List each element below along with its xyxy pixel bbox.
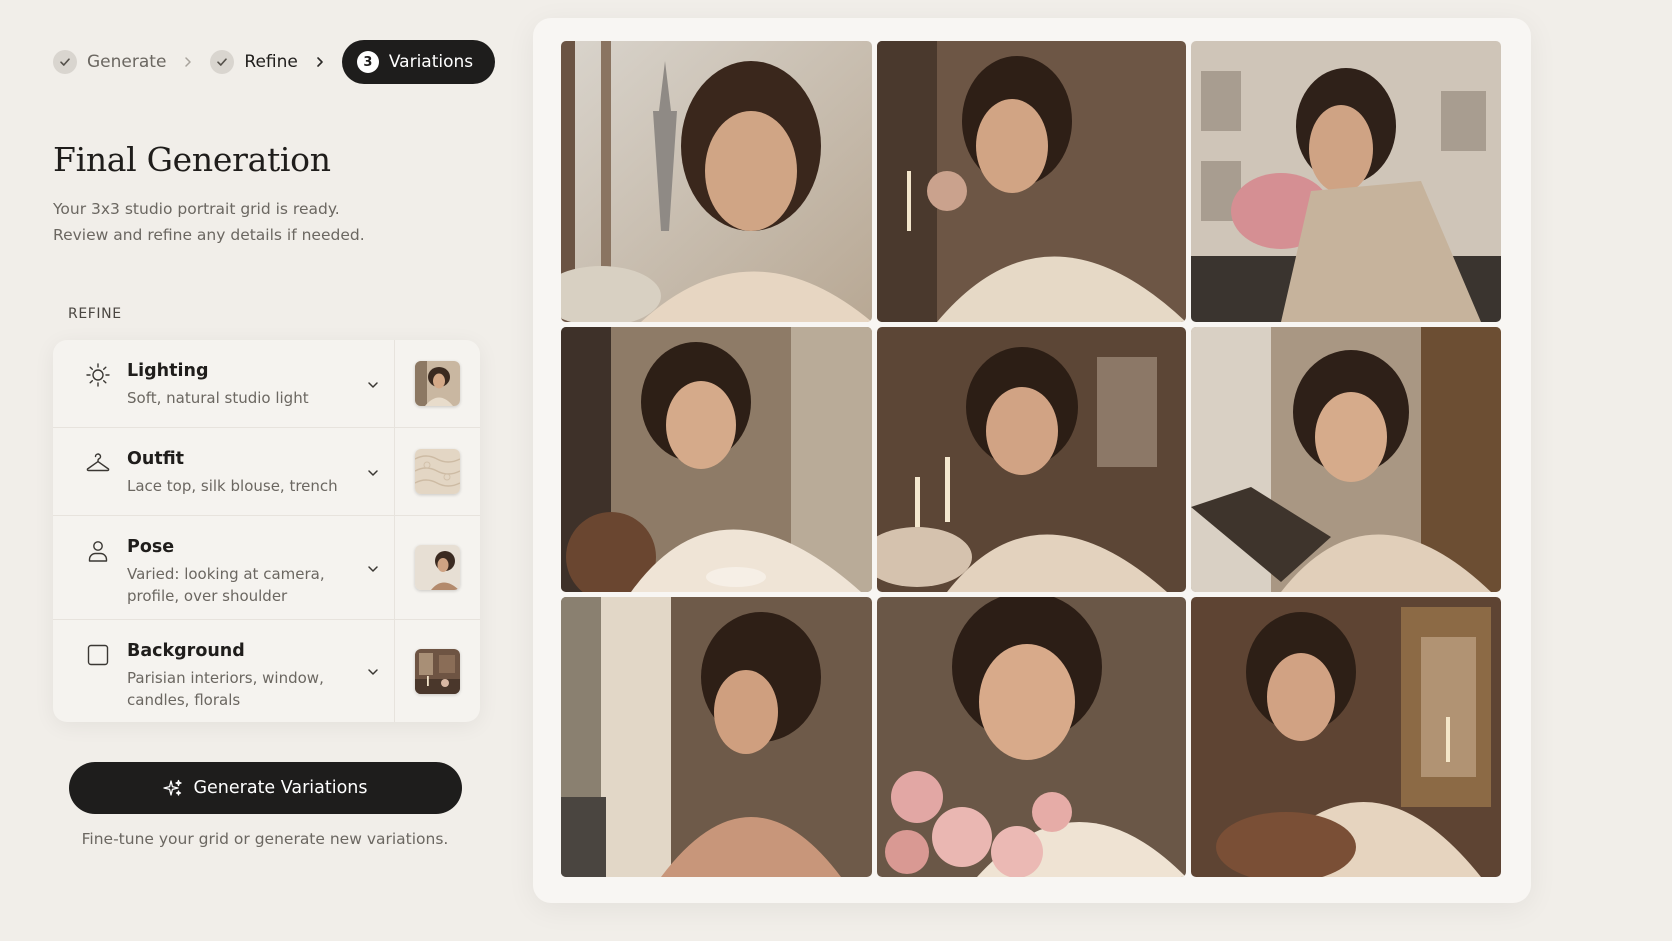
chevron-down-icon[interactable] [366, 664, 380, 678]
portrait-tile[interactable] [1191, 327, 1501, 592]
refine-item-desc-line: profile, over shoulder [127, 587, 288, 605]
step-generate[interactable]: Generate [53, 50, 166, 74]
portrait-tile[interactable] [1191, 597, 1501, 877]
helper-text: Fine-tune your grid or generate new vari… [81, 830, 449, 848]
refine-item-desc: Parisian interiors, window, candles, flo… [127, 667, 347, 711]
pose-thumbnail[interactable] [415, 545, 460, 590]
refine-item-main[interactable]: Lighting Soft, natural studio light [53, 340, 395, 427]
portrait-tile[interactable] [877, 597, 1186, 877]
refine-item-title: Pose [127, 537, 175, 557]
portrait-grid-panel [533, 18, 1531, 903]
refine-item-main[interactable]: Background Parisian interiors, window, c… [53, 620, 395, 722]
chevron-down-icon[interactable] [366, 377, 380, 391]
step-label: Generate [87, 52, 167, 72]
step-label: Variations [388, 52, 474, 72]
sparkle-icon [163, 778, 193, 798]
refine-item-background[interactable]: Background Parisian interiors, window, c… [53, 620, 480, 722]
refine-item-desc: Soft, natural studio light [127, 387, 347, 409]
refine-item-pose[interactable]: Pose Varied: looking at camera, profile,… [53, 516, 480, 620]
check-icon [210, 50, 235, 74]
chevron-right-icon [314, 56, 326, 68]
page-title: Final Generation [53, 140, 331, 179]
refine-item-desc: Varied: looking at camera, profile, over… [127, 563, 347, 607]
refine-item-title: Lighting [127, 361, 209, 381]
step-variations[interactable]: 3 Variations [341, 40, 496, 84]
frame-icon [85, 642, 111, 668]
refine-item-title: Background [127, 641, 245, 661]
stepper: Generate Refine 3 Variations [53, 40, 496, 84]
refine-item-desc-line: Soft, natural studio light [127, 389, 309, 407]
refine-item-desc-line: Varied: looking at camera, [127, 565, 325, 583]
portrait-grid [561, 41, 1501, 877]
step-number: 3 [356, 51, 379, 73]
hanger-icon [85, 450, 111, 476]
refine-item-desc-line: Lace top, silk blouse, trench [127, 477, 338, 495]
portrait-tile[interactable] [561, 327, 872, 592]
refine-item-main[interactable]: Outfit Lace top, silk blouse, trench [53, 428, 395, 515]
background-thumbnail[interactable] [415, 648, 460, 694]
page-subtitle: Your 3x3 studio portrait grid is ready. … [53, 196, 433, 248]
step-refine[interactable]: Refine [210, 50, 298, 74]
portrait-tile[interactable] [1191, 41, 1501, 322]
portrait-tile[interactable] [877, 41, 1186, 322]
refine-item-title: Outfit [127, 449, 185, 469]
step-label: Refine [244, 52, 298, 72]
subtitle-line: Your 3x3 studio portrait grid is ready. [53, 200, 340, 218]
refine-item-desc-line: candles, florals [127, 691, 241, 709]
generate-variations-label: Generate Variations [193, 778, 368, 798]
sun-icon [85, 362, 111, 388]
lighting-thumbnail[interactable] [415, 361, 460, 406]
refine-section-label: REFINE [68, 306, 122, 322]
chevron-down-icon[interactable] [366, 561, 380, 575]
refine-item-desc: Lace top, silk blouse, trench [127, 475, 347, 497]
chevron-down-icon[interactable] [366, 465, 380, 479]
refine-item-main[interactable]: Pose Varied: looking at camera, profile,… [53, 516, 395, 619]
outfit-thumbnail[interactable] [415, 449, 460, 494]
refine-card: Lighting Soft, natural studio light Outf… [53, 340, 480, 722]
person-icon [85, 538, 111, 564]
portrait-tile[interactable] [877, 327, 1186, 592]
portrait-tile[interactable] [561, 41, 872, 322]
subtitle-line: Review and refine any details if needed. [53, 226, 365, 244]
refine-item-lighting[interactable]: Lighting Soft, natural studio light [53, 340, 480, 428]
chevron-right-icon [182, 56, 194, 68]
generate-variations-button[interactable]: Generate Variations [69, 762, 462, 814]
refine-item-outfit[interactable]: Outfit Lace top, silk blouse, trench [53, 428, 480, 516]
check-icon [53, 50, 77, 74]
refine-item-desc-line: Parisian interiors, window, [127, 669, 324, 687]
portrait-tile[interactable] [561, 597, 872, 877]
